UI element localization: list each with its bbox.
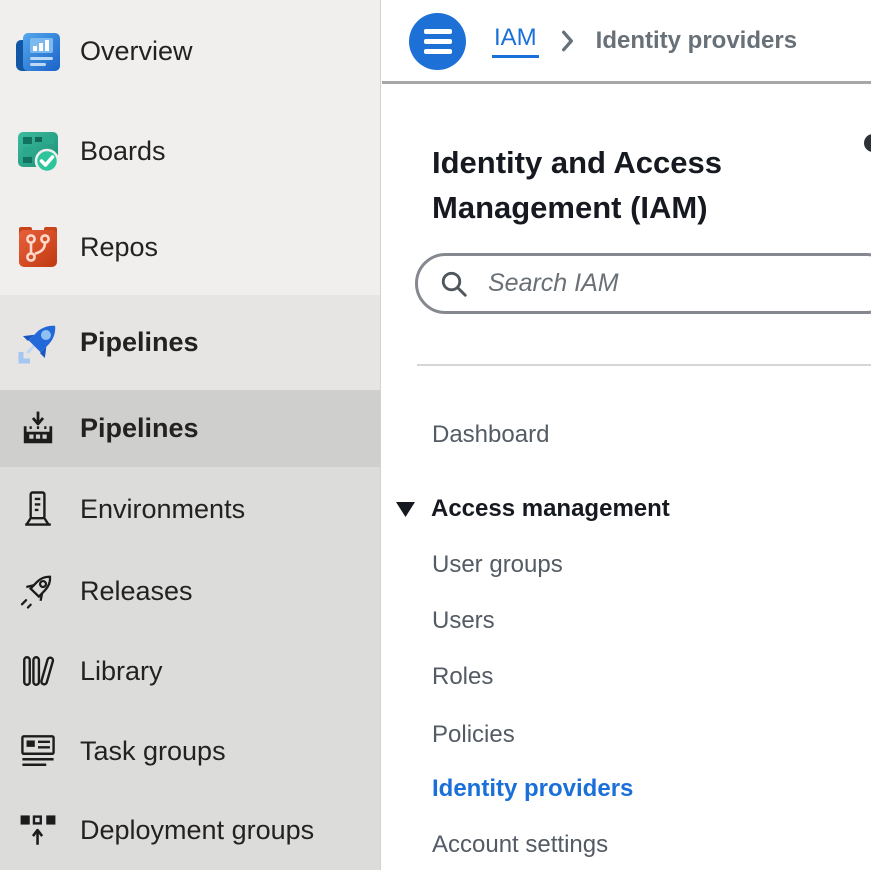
screen: Overview Boards: [0, 0, 871, 870]
iam-nav-users[interactable]: Users: [432, 606, 495, 636]
sidebar-item-releases[interactable]: Releases: [0, 551, 380, 631]
sidebar-item-label: Pipelines: [80, 327, 199, 358]
sidebar-item-label: Boards: [80, 136, 166, 167]
triangle-down-icon: [396, 502, 415, 517]
environments-icon: [13, 487, 63, 531]
hamburger-icon: [424, 29, 452, 34]
pipelines-rocket-icon: [13, 319, 63, 367]
sidebar-item-label: Pipelines: [80, 413, 199, 444]
iam-nav-account-settings[interactable]: Account settings: [432, 830, 608, 860]
breadcrumb: IAM Identity providers: [492, 0, 797, 81]
iam-nav-roles[interactable]: Roles: [432, 662, 493, 692]
sidebar-item-repos[interactable]: Repos: [0, 199, 380, 295]
iam-nav-identity-providers[interactable]: Identity providers: [432, 774, 633, 804]
releases-icon: [13, 569, 63, 613]
search-icon: [439, 269, 469, 299]
sidebar-item-environments[interactable]: Environments: [0, 467, 380, 551]
pipelines-build-icon: [13, 407, 63, 451]
sidebar-item-label: Repos: [80, 232, 158, 263]
content-divider: [417, 364, 871, 366]
sidebar-item-task-groups[interactable]: Task groups: [0, 711, 380, 791]
devops-sidebar: Overview Boards: [0, 0, 381, 870]
repos-icon: [13, 223, 63, 271]
iam-header: IAM Identity providers: [382, 0, 871, 84]
overview-icon: [13, 28, 63, 76]
sidebar-item-library[interactable]: Library: [0, 631, 380, 711]
sidebar-item-label: Library: [80, 656, 163, 687]
close-icon[interactable]: [864, 134, 871, 152]
sidebar-item-label: Environments: [80, 494, 245, 525]
boards-icon: [13, 127, 63, 175]
search-input[interactable]: [486, 268, 790, 299]
sidebar-item-pipelines-selected[interactable]: Pipelines: [0, 390, 380, 467]
iam-panel: IAM Identity providers Identity and Acce…: [382, 0, 871, 870]
iam-nav-user-groups[interactable]: User groups: [432, 550, 563, 580]
library-icon: [13, 649, 63, 693]
sidebar-item-label: Overview: [80, 36, 193, 67]
sidebar-item-label: Task groups: [80, 736, 226, 767]
hamburger-menu-button[interactable]: [409, 13, 466, 70]
sidebar-item-label: Deployment groups: [80, 815, 314, 846]
page-title: Identity and Access Management (IAM): [432, 140, 777, 230]
iam-nav-access-management[interactable]: Access management: [396, 494, 670, 524]
breadcrumb-iam-link[interactable]: IAM: [492, 24, 539, 58]
sidebar-item-pipelines-hub[interactable]: Pipelines: [0, 295, 380, 390]
iam-nav-dashboard[interactable]: Dashboard: [432, 420, 549, 450]
sidebar-item-boards[interactable]: Boards: [0, 103, 380, 199]
search-box[interactable]: [415, 253, 871, 314]
deployment-groups-icon: [13, 809, 63, 853]
sidebar-item-deployment-groups[interactable]: Deployment groups: [0, 791, 380, 870]
chevron-right-icon: [560, 29, 575, 53]
sidebar-item-label: Releases: [80, 576, 193, 607]
breadcrumb-current: Identity providers: [596, 27, 797, 55]
sidebar-item-overview[interactable]: Overview: [0, 0, 380, 103]
task-groups-icon: [13, 729, 63, 773]
iam-nav-policies[interactable]: Policies: [432, 720, 515, 750]
